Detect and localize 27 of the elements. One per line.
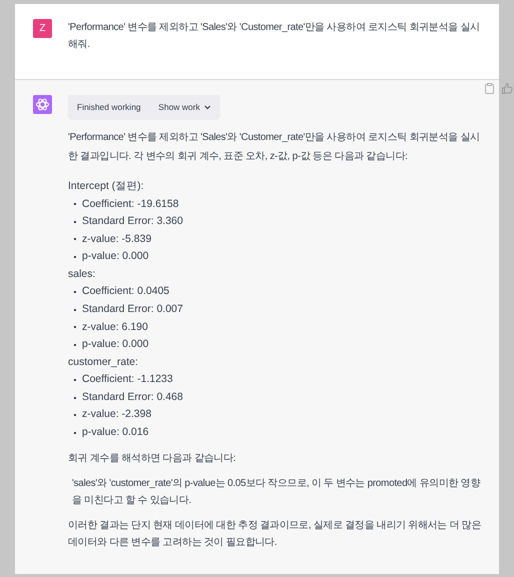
show-work-button[interactable]: Show work: [158, 101, 211, 114]
section-heading: Intercept (절편):: [68, 179, 145, 194]
list-item-text: Coefficient: -1.1233: [82, 372, 173, 388]
message-text: 회귀 계수를 해석하면 다음과 같습니다:: [68, 452, 237, 466]
list-item-text: p-value: 0.000: [82, 337, 149, 352]
thumbs-up-icon[interactable]: [502, 83, 513, 94]
list-item-text: p-value: 0.000: [82, 249, 149, 264]
section-heading: customer_rate:: [68, 354, 140, 370]
list-item-text: Standard Error: 0.468: [82, 390, 183, 405]
message-text: 'Performance' 변수를 제외하고 'Sales'와 'Customer_rate'만을 사용하여 로지스틱 회귀분석을 실시해줘.: [68, 21, 481, 52]
caret-icon: [204, 105, 211, 110]
list-item-text: z-value: 6.190: [82, 320, 148, 335]
list-item-text: Standard Error: 0.007: [82, 302, 183, 317]
list-item-text: z-value: -5.839: [82, 232, 152, 247]
message-text: 'Performance' 변수를 제외하고 'Sales'와 'Customer_rate'만을 사용하여 로지스틱 회귀분석을 실시한 결과입니다. 각 변수의 회귀 계수, 표준 오차, z-값, p-값 등은 다음과 같습니다:: [68, 131, 481, 164]
clipboard-icon[interactable]: [485, 83, 494, 94]
list-item-text: z-value: -2.398: [82, 407, 152, 422]
assistant-logo-icon: [33, 95, 52, 114]
list-item-text: Coefficient: -19.6158: [82, 196, 179, 212]
section-heading: sales:: [68, 266, 96, 282]
message-text: 'sales'와 'customer_rate'의 p-value는 0.05보다 작으므로, 이 두 변수는 promoted에 유의미한 영향을 미친다고 할 수 있습니다.: [71, 476, 482, 508]
list-item-text: Standard Error: 3.360: [82, 214, 183, 230]
user-avatar: Z: [33, 19, 52, 38]
list-item-text: Coefficient: 0.0405: [82, 284, 170, 300]
message-text: 이러한 결과는 단지 현재 데이터에 대한 추정 결과이므로, 실제로 결정을 내리기 위해서는 더 많은 데이터와 다른 변수를 고려하는 것이 필요합니다.: [68, 518, 482, 550]
list-item-text: p-value: 0.016: [82, 425, 149, 440]
status-text: Finished working: [77, 101, 141, 114]
